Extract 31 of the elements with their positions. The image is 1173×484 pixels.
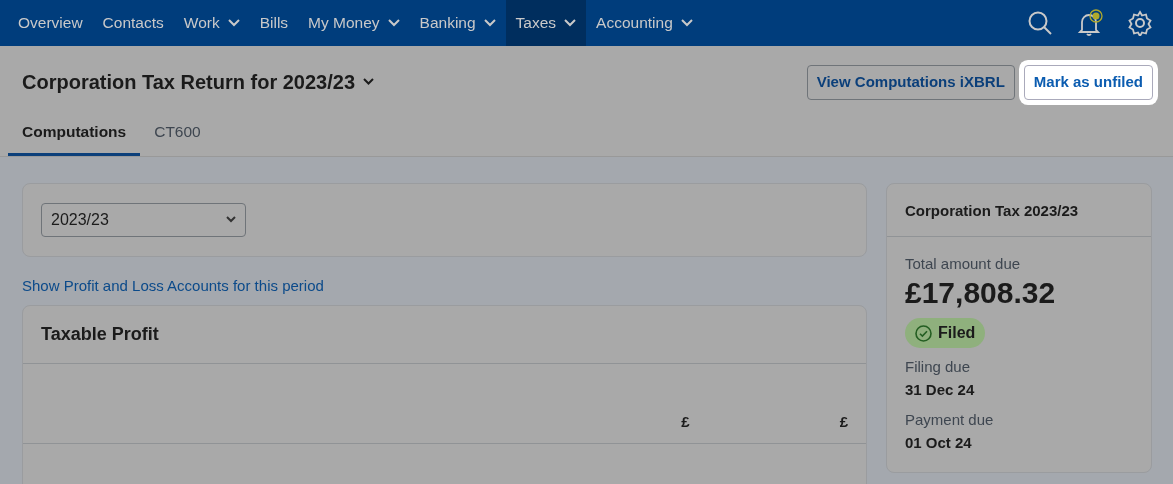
nav-item[interactable]: Work [173, 0, 250, 46]
section-title: Taxable Profit [41, 324, 159, 345]
period-select[interactable]: 2023/23 [41, 202, 246, 237]
page-title: Corporation Tax Return for 2023/23 [22, 70, 356, 95]
notification-bell-icon[interactable] [1077, 9, 1103, 37]
tab[interactable]: CT600 [140, 113, 215, 156]
label: Filing due [905, 357, 972, 378]
column-header: £ [839, 411, 848, 432]
nav-item[interactable]: My Money [298, 0, 410, 46]
search-icon[interactable] [1027, 10, 1053, 36]
total-amount: £17,808.32 [905, 275, 1057, 311]
label: Payment due [905, 410, 995, 431]
status-badge: Filed [905, 318, 986, 349]
action-button[interactable]: View Computations iXBRL [806, 65, 1015, 100]
tab[interactable]: Computations [8, 113, 141, 156]
label: Total amount due [905, 254, 1022, 275]
date-value: 31 Dec 24 [905, 379, 976, 400]
check-circle-icon [915, 324, 932, 342]
date-value: 01 Oct 24 [905, 432, 973, 453]
nav-item[interactable]: Taxes [505, 0, 587, 46]
nav-item[interactable]: Accounting [586, 0, 703, 46]
caret-icon[interactable] [363, 78, 375, 87]
nav-item[interactable]: Contacts [92, 0, 174, 46]
chevron-icon [226, 216, 236, 224]
card-title: Corporation Tax 2023/23 [905, 201, 1079, 219]
nav-item[interactable]: Banking [409, 0, 506, 46]
profit-loss-link[interactable]: Show Profit and Loss Accounts for this period [22, 276, 324, 294]
nav-item[interactable]: Bills [249, 0, 299, 46]
column-header: £ [681, 411, 690, 432]
settings-icon[interactable] [1127, 10, 1153, 36]
nav-item[interactable]: Overview [8, 0, 93, 46]
